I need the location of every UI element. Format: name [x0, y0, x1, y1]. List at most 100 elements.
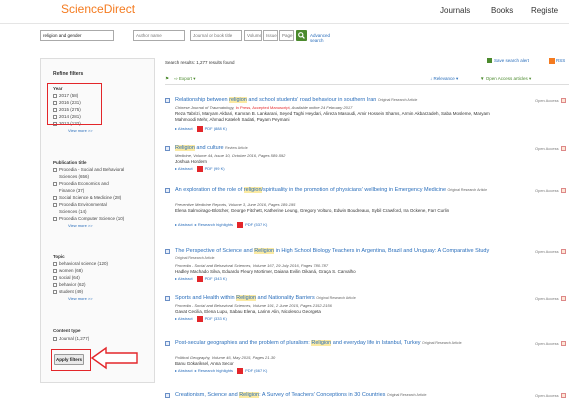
- facet-topic-option[interactable]: women (68): [53, 268, 83, 273]
- result-checkbox[interactable]: [165, 98, 170, 103]
- page-input[interactable]: Page: [279, 30, 294, 41]
- pdf-link[interactable]: PDF (99 K): [205, 166, 225, 171]
- result-authors: Banu Gökariksel, Anna Secor: [175, 361, 234, 366]
- facet-publication-option[interactable]: Procedia - Social and Behavioral: [53, 167, 124, 172]
- pdf-link[interactable]: PDF (537 K): [245, 222, 267, 227]
- nav-books[interactable]: Books: [491, 6, 513, 15]
- facet-content-type-title: Content type: [53, 328, 81, 333]
- result-checkbox[interactable]: [165, 249, 170, 254]
- rss-link[interactable]: RSS: [549, 58, 565, 64]
- author-input[interactable]: Author name: [133, 30, 185, 41]
- checkbox[interactable]: [53, 275, 57, 280]
- result-checkbox[interactable]: [165, 393, 170, 398]
- publication-view-more[interactable]: View more >>: [68, 223, 93, 228]
- unlock-icon: [560, 249, 566, 255]
- highlight-apply-box: [51, 349, 91, 371]
- result-title[interactable]: An exploration of the role of religion/s…: [175, 187, 495, 194]
- pdf-icon: [196, 276, 203, 282]
- facet-topic-option[interactable]: behavioral science (120): [53, 261, 108, 266]
- facet-publication-option[interactable]: Social Science & Medicine (28): [53, 195, 121, 200]
- checkbox[interactable]: [53, 289, 57, 294]
- result-title[interactable]: The Perspective of Science and Religion …: [175, 248, 495, 262]
- result-checkbox[interactable]: [165, 188, 170, 193]
- result-checkbox[interactable]: [165, 341, 170, 346]
- facet-publication-option[interactable]: Procedia Economics and: [53, 181, 109, 186]
- result-authors: Joshua Hordern: [175, 159, 208, 164]
- search-button[interactable]: [296, 30, 307, 41]
- pdf-icon: [196, 166, 203, 172]
- save-search-alert[interactable]: Save search alert: [487, 58, 530, 64]
- advanced-search-link[interactable]: Advanced search: [310, 33, 330, 43]
- export-button[interactable]: ⇨ Export ▾: [174, 76, 196, 82]
- result-title[interactable]: Religion and culture Review Article: [175, 145, 495, 152]
- rss-icon: [549, 58, 555, 64]
- abstract-link[interactable]: Abstract: [178, 368, 193, 373]
- result-checkbox[interactable]: [165, 296, 170, 301]
- facet-topic-option[interactable]: behavior (62): [53, 282, 86, 287]
- unlock-icon: [560, 296, 566, 302]
- search-input[interactable]: religion and gender: [40, 30, 114, 41]
- facet-topic-option[interactable]: social (64): [53, 275, 80, 280]
- rss-label: RSS: [556, 58, 566, 64]
- open-access-label: Open Access articles: [485, 76, 528, 81]
- flag-icon[interactable]: ⚑: [165, 76, 169, 82]
- abstract-link[interactable]: Abstract: [178, 276, 193, 281]
- checkbox[interactable]: [53, 268, 57, 273]
- abstract-link[interactable]: Abstract: [178, 316, 193, 321]
- result-source: Medicine, Volume 44, Issue 10, October 2…: [175, 153, 286, 158]
- checkbox[interactable]: [53, 195, 57, 200]
- journal-input[interactable]: Journal or book title: [190, 30, 242, 41]
- volume-input[interactable]: Volume: [244, 30, 262, 41]
- unlock-icon: [560, 188, 566, 194]
- result-title[interactable]: Creationism, Science and Religion: A Sur…: [175, 392, 495, 399]
- nav-journals[interactable]: Journals: [440, 6, 470, 15]
- result-source: Preventive Medicine Reports, Volume 3, J…: [175, 202, 296, 207]
- facet-publication-option[interactable]: Procedia Environmental: [53, 202, 107, 207]
- checkbox[interactable]: [53, 181, 57, 186]
- result-checkbox[interactable]: [165, 146, 170, 151]
- issue-input[interactable]: Issue: [263, 30, 278, 41]
- abstract-link[interactable]: Abstract: [178, 126, 193, 131]
- open-access-badge: Open Access: [535, 188, 566, 194]
- checkbox[interactable]: [53, 167, 57, 172]
- sort-relevance-button[interactable]: ↓ Relevance ▾: [430, 76, 458, 82]
- search-icon: [298, 32, 305, 39]
- abstract-link[interactable]: Abstract: [178, 166, 193, 171]
- open-access-filter[interactable]: ▼ Open Access articles ▾: [480, 76, 531, 82]
- result-title[interactable]: Post-secular geographies and the problem…: [175, 340, 495, 347]
- nav-register[interactable]: Registe: [531, 6, 558, 15]
- open-access-badge: Open Access: [535, 146, 566, 152]
- pdf-link[interactable]: PDF (667 K): [245, 368, 267, 373]
- abstract-link[interactable]: Abstract: [178, 222, 193, 227]
- open-access-badge: Open Access: [535, 393, 566, 399]
- refine-title: Refine filters: [53, 71, 84, 77]
- pdf-link[interactable]: PDF (343 K): [205, 276, 227, 281]
- result-links: ▸ Abstract ▸ Research highlights PDF (667…: [175, 368, 268, 374]
- result-item: The Perspective of Science and Religion …: [165, 248, 569, 288]
- save-alert-label: Save search alert: [494, 58, 530, 63]
- checkbox[interactable]: [53, 216, 57, 221]
- research-highlights-link[interactable]: Research highlights: [198, 222, 233, 227]
- sciencedirect-logo[interactable]: ScienceDirect: [61, 2, 135, 16]
- result-authors: Gavat Cecilia, Elena Lupu, Sabau Elena, …: [175, 309, 321, 314]
- checkbox[interactable]: [53, 282, 57, 287]
- research-highlights-link[interactable]: Research highlights: [198, 368, 233, 373]
- checkbox[interactable]: [53, 202, 57, 207]
- export-label: Export: [179, 76, 193, 81]
- open-access-badge: Open Access: [535, 98, 566, 104]
- result-title[interactable]: Relationship between religion and school…: [175, 97, 495, 104]
- pdf-link[interactable]: PDF (333 K): [205, 316, 227, 321]
- result-title[interactable]: Sports and Health within Religion and Na…: [175, 295, 495, 302]
- facet-content-type-option[interactable]: Journal (1,277): [53, 336, 89, 341]
- result-links: ▸ Abstract PDF (343 K): [175, 276, 227, 282]
- topic-view-more[interactable]: View more >>: [68, 296, 93, 301]
- year-view-more[interactable]: View more >>: [68, 128, 93, 133]
- checkbox[interactable]: [53, 261, 57, 266]
- facet-topic-option[interactable]: student (49): [53, 289, 83, 294]
- pdf-icon: [196, 126, 203, 132]
- pdf-icon: [196, 316, 203, 322]
- checkbox[interactable]: [53, 336, 57, 341]
- pdf-link[interactable]: PDF (888 K): [205, 126, 227, 131]
- facet-publication-option[interactable]: Procedia Computer Science (10): [53, 216, 124, 221]
- result-source: Procedia - Social and Behavioral Science…: [175, 303, 332, 308]
